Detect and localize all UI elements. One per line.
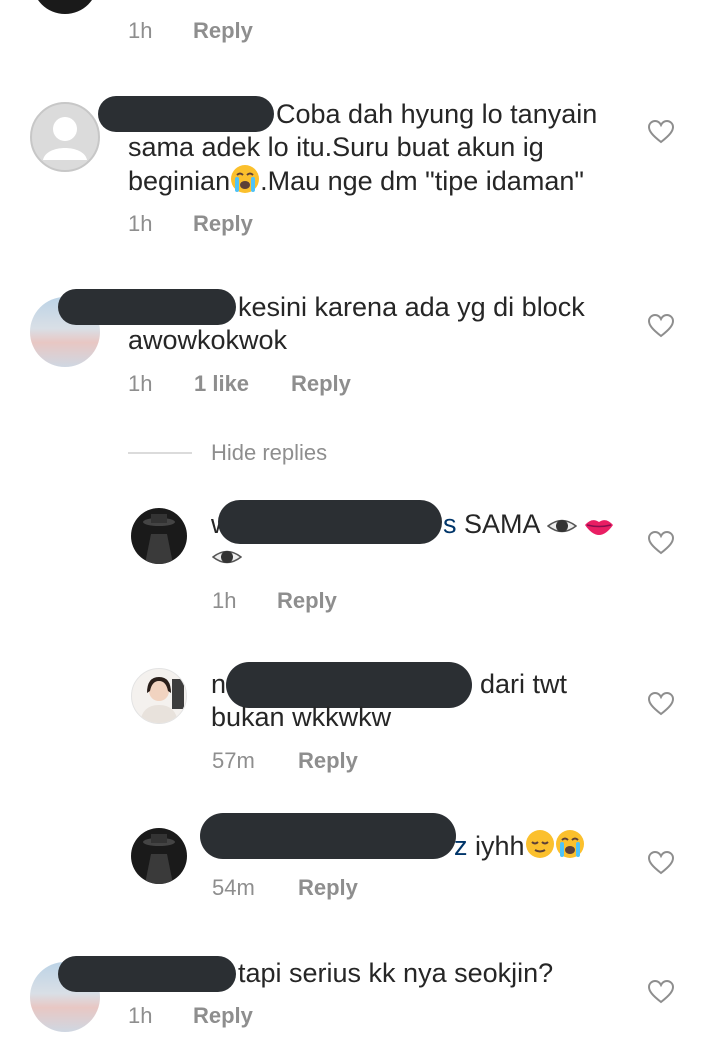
redacted-username bbox=[218, 500, 442, 544]
comment-text: dari twt bbox=[480, 669, 568, 699]
comment-text: s SAMA bbox=[443, 508, 614, 541]
comment-time: 1h bbox=[128, 371, 153, 396]
comment-text: sama adek lo itu.Suru buat akun ig bbox=[128, 132, 544, 162]
avatar-default[interactable] bbox=[30, 102, 100, 172]
avatar[interactable] bbox=[131, 508, 187, 564]
comment-time: 1h bbox=[128, 1003, 153, 1028]
comment-text: kesini karena ada yg di block bbox=[238, 292, 585, 322]
redacted-username bbox=[58, 289, 236, 325]
avatar[interactable] bbox=[131, 668, 187, 724]
crying-emoji-icon bbox=[231, 165, 260, 193]
avatar[interactable] bbox=[32, 0, 98, 14]
comment-text: bukan wkkwkw bbox=[211, 702, 392, 732]
lips-emoji-icon bbox=[585, 520, 614, 535]
reply-button[interactable]: Reply bbox=[277, 587, 337, 615]
comment-text: Coba dah hyung lo tanyain bbox=[276, 99, 598, 129]
redacted-username bbox=[200, 813, 456, 859]
comment-time: 1h bbox=[128, 18, 153, 43]
relieved-face-emoji-icon bbox=[525, 830, 554, 858]
reply-button[interactable]: Reply bbox=[193, 1002, 253, 1030]
reply-button[interactable]: Reply bbox=[193, 210, 253, 238]
redacted-username bbox=[58, 956, 236, 992]
hide-replies-button[interactable]: Hide replies bbox=[211, 439, 327, 467]
heart-icon[interactable] bbox=[648, 980, 674, 1004]
comment-time: 54m bbox=[212, 875, 255, 900]
divider-line bbox=[128, 452, 192, 454]
heart-icon[interactable] bbox=[648, 851, 674, 875]
avatar[interactable] bbox=[131, 828, 187, 884]
comment-text: tapi serius kk nya seokjin? bbox=[238, 958, 554, 988]
reply-button[interactable]: Reply bbox=[298, 874, 358, 902]
heart-icon[interactable] bbox=[648, 531, 674, 555]
reply-button[interactable]: Reply bbox=[298, 747, 358, 775]
eye-emoji-icon bbox=[212, 550, 242, 564]
heart-icon[interactable] bbox=[648, 314, 674, 338]
eye-emoji-icon bbox=[546, 519, 577, 533]
default-user-icon bbox=[43, 117, 87, 160]
comment-text: awowkokwok bbox=[128, 325, 288, 355]
comment-text: beginian .Mau nge dm "tipe idaman" bbox=[128, 165, 584, 196]
comment-text: z iyhh bbox=[454, 829, 585, 863]
avatar-figure bbox=[143, 834, 175, 884]
comment-time: 1h bbox=[212, 588, 237, 613]
heart-icon[interactable] bbox=[648, 120, 674, 144]
avatar-figure bbox=[143, 514, 175, 564]
reply-button[interactable]: Reply bbox=[291, 370, 351, 398]
heart-icon[interactable] bbox=[648, 692, 674, 716]
username-fragment: n bbox=[211, 669, 227, 699]
likes-count[interactable]: 1 like bbox=[194, 370, 249, 398]
comment-time: 57m bbox=[212, 748, 255, 773]
avatar-portrait bbox=[140, 677, 184, 723]
crying-emoji-icon bbox=[555, 830, 584, 858]
reply-button[interactable]: Reply bbox=[193, 17, 253, 45]
redacted-username bbox=[98, 96, 274, 132]
comment-time: 1h bbox=[128, 211, 153, 236]
